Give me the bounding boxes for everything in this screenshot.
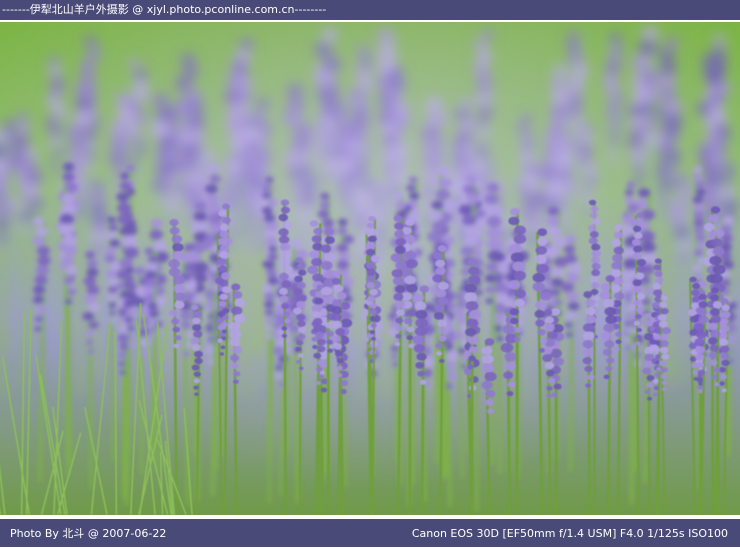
camera-exif: Canon EOS 30D [EF50mm f/1.4 USM] F4.0 1/… bbox=[412, 519, 728, 549]
watermark-text: -------伊犁北山羊户外摄影 @ xjyl.photo.pconline.c… bbox=[0, 3, 326, 16]
photo-canvas bbox=[0, 22, 740, 515]
photo-credit: Photo By 北斗 @ 2007-06-22 bbox=[10, 519, 166, 549]
watermark-bar: -------伊犁北山羊户外摄影 @ xjyl.photo.pconline.c… bbox=[0, 0, 740, 22]
caption-bar: Photo By 北斗 @ 2007-06-22 Canon EOS 30D [… bbox=[0, 517, 740, 547]
lavender-photo bbox=[0, 22, 740, 515]
